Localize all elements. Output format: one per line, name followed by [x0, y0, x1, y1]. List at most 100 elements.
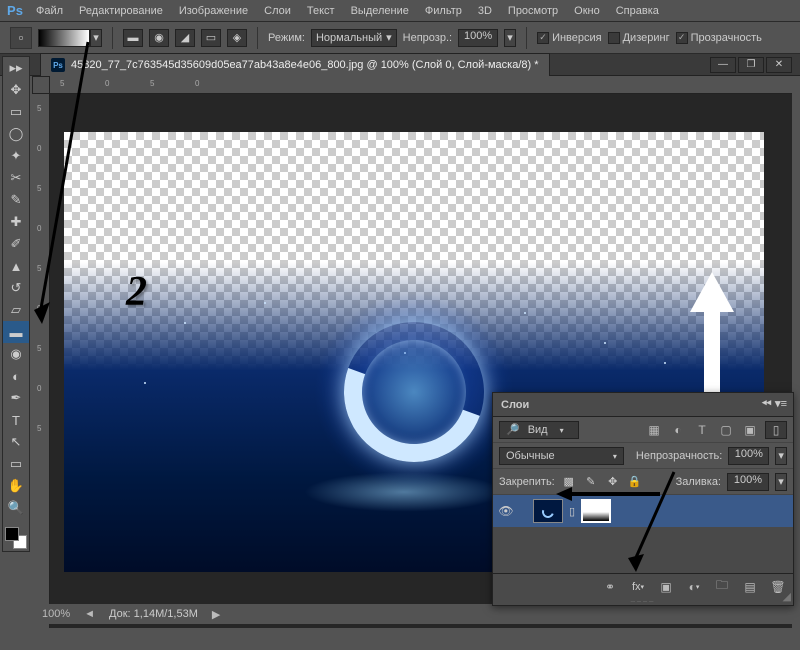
- fill-dropdown[interactable]: ▾: [775, 473, 787, 491]
- hand-tool[interactable]: ✋: [3, 475, 29, 497]
- gradient-preview[interactable]: [38, 29, 90, 47]
- annotation-number-2: 2: [126, 268, 147, 316]
- minimize-button[interactable]: —: [710, 57, 736, 73]
- healing-brush-tool[interactable]: ✚: [3, 211, 29, 233]
- crop-tool[interactable]: ✂: [3, 167, 29, 189]
- ruler-corner: [32, 76, 50, 94]
- filter-toggle-switch[interactable]: ▯: [765, 421, 787, 439]
- layers-panel-title: Слои: [501, 399, 529, 411]
- lock-all-icon[interactable]: 🔒: [627, 474, 643, 490]
- eyedropper-tool[interactable]: ✎: [3, 189, 29, 211]
- fill-input[interactable]: 100%: [727, 473, 769, 491]
- menu-view[interactable]: Просмотр: [500, 2, 566, 20]
- blend-mode-select[interactable]: Нормальный▾: [311, 29, 397, 47]
- shape-tool[interactable]: ▭: [3, 453, 29, 475]
- blur-tool[interactable]: ◉: [3, 343, 29, 365]
- filter-type-icon[interactable]: T: [693, 421, 711, 439]
- filter-pixel-icon[interactable]: ▦: [645, 421, 663, 439]
- marquee-tool[interactable]: ▭: [3, 101, 29, 123]
- type-tool[interactable]: T: [3, 409, 29, 431]
- filter-smart-icon[interactable]: ▣: [741, 421, 759, 439]
- layer-mask-thumbnail[interactable]: [581, 499, 611, 523]
- menu-type[interactable]: Текст: [299, 2, 343, 20]
- layer-opacity-input[interactable]: 100%: [728, 447, 769, 465]
- menu-file[interactable]: Файл: [28, 2, 71, 20]
- layers-panel-header[interactable]: Слои ◂◂ ▾≡: [493, 393, 793, 417]
- maximize-button[interactable]: ❐: [738, 57, 764, 73]
- eraser-tool[interactable]: ▱: [3, 299, 29, 321]
- document-tab[interactable]: Ps 45820_77_7c763545d35609d05ea77ab43a8e…: [40, 53, 550, 76]
- add-mask-icon[interactable]: ▣: [657, 578, 675, 596]
- path-select-tool[interactable]: ↖: [3, 431, 29, 453]
- opacity-input[interactable]: 100%: [458, 29, 498, 47]
- lock-pixels-icon[interactable]: ✎: [583, 474, 599, 490]
- magic-wand-tool[interactable]: ✦: [3, 145, 29, 167]
- gradient-type-angle[interactable]: ◢: [175, 29, 195, 47]
- foreground-color[interactable]: [5, 527, 19, 541]
- vertical-ruler[interactable]: 5 0 5 0 5 0 5 0 5: [32, 94, 50, 628]
- ps-badge-icon: Ps: [51, 58, 65, 72]
- menu-select[interactable]: Выделение: [343, 2, 417, 20]
- menu-help[interactable]: Справка: [608, 2, 667, 20]
- layer-thumbnail[interactable]: [533, 499, 563, 523]
- dither-checkbox[interactable]: Дизеринг: [608, 32, 670, 44]
- layers-panel-footer: ⚭ fx▾ ▣ ◐▾ 🗀 ▤ 🗑 ◢: [493, 573, 793, 599]
- lock-position-icon[interactable]: ✥: [605, 474, 621, 490]
- opacity-dropdown[interactable]: ▾: [504, 29, 516, 47]
- dodge-tool[interactable]: ◐: [3, 365, 29, 387]
- menu-window[interactable]: Окно: [566, 2, 608, 20]
- gradient-type-diamond[interactable]: ◈: [227, 29, 247, 47]
- gradient-type-linear[interactable]: ▬: [123, 29, 143, 47]
- panel-menu-icon[interactable]: ▾≡: [775, 397, 787, 410]
- link-layers-icon[interactable]: ⚭: [601, 578, 619, 596]
- layer-item[interactable]: 👁 ▯: [493, 495, 793, 527]
- horizontal-ruler[interactable]: 5 0 5 0: [50, 76, 792, 94]
- layer-filter-kind[interactable]: 🔎Вид: [499, 421, 579, 439]
- document-tab-bar: Ps 45820_77_7c763545d35609d05ea77ab43a8e…: [0, 54, 800, 76]
- lock-transparency-icon[interactable]: ▩: [561, 474, 577, 490]
- menu-edit[interactable]: Редактирование: [71, 2, 171, 20]
- brush-tool[interactable]: ✐: [3, 233, 29, 255]
- move-tool[interactable]: ✥: [3, 79, 29, 101]
- zoom-tool[interactable]: 🔍: [3, 497, 29, 519]
- reverse-checkbox[interactable]: ✓Инверсия: [537, 32, 602, 44]
- zoom-value[interactable]: 100%: [42, 608, 70, 620]
- visibility-toggle-icon[interactable]: 👁: [497, 504, 515, 518]
- menu-filter[interactable]: Фильтр: [417, 2, 470, 20]
- panel-drag-grip[interactable]: ┈┈┈┈: [493, 599, 793, 605]
- adjustment-layer-icon[interactable]: ◐▾: [685, 578, 703, 596]
- tool-preset-picker[interactable]: ▫: [10, 27, 32, 49]
- fill-label: Заливка:: [676, 476, 721, 488]
- gradient-type-reflected[interactable]: ▭: [201, 29, 221, 47]
- new-layer-icon[interactable]: ▤: [741, 578, 759, 596]
- filter-shape-icon[interactable]: ▢: [717, 421, 735, 439]
- layer-style-icon[interactable]: fx▾: [629, 578, 647, 596]
- close-button[interactable]: ✕: [766, 57, 792, 73]
- gradient-type-radial[interactable]: ◉: [149, 29, 169, 47]
- color-swatches[interactable]: [5, 527, 27, 549]
- gradient-dropdown[interactable]: ▾: [90, 29, 102, 47]
- gradient-tool[interactable]: ▬: [3, 321, 29, 343]
- lock-label: Закрепить:: [499, 476, 555, 488]
- filter-adjust-icon[interactable]: ◐: [669, 421, 687, 439]
- panel-collapse-icon[interactable]: ◂◂: [762, 397, 771, 408]
- pen-tool[interactable]: ✒: [3, 387, 29, 409]
- stamp-tool[interactable]: ▲: [3, 255, 29, 277]
- doc-size-value: 1,14M/1,53M: [134, 608, 198, 620]
- menu-layer[interactable]: Слои: [256, 2, 299, 20]
- menu-bar: Ps Файл Редактирование Изображение Слои …: [0, 0, 800, 22]
- status-arrow-icon[interactable]: ◄: [84, 608, 95, 620]
- grip-handle[interactable]: ▸▸: [3, 57, 29, 79]
- history-brush-tool[interactable]: ↺: [3, 277, 29, 299]
- mask-link-icon[interactable]: ▯: [569, 505, 575, 518]
- blend-mode-select[interactable]: Обычные: [499, 447, 624, 465]
- lasso-tool[interactable]: ◯: [3, 123, 29, 145]
- menu-3d[interactable]: 3D: [470, 2, 500, 20]
- resize-grip-icon[interactable]: ◢: [783, 590, 791, 603]
- transparency-checkbox[interactable]: ✓Прозрачность: [676, 32, 762, 44]
- menu-image[interactable]: Изображение: [171, 2, 256, 20]
- status-next-icon[interactable]: ▶: [212, 608, 220, 621]
- new-group-icon[interactable]: 🗀: [713, 578, 731, 596]
- layer-opacity-dropdown[interactable]: ▾: [775, 447, 787, 465]
- water-reflection: [304, 472, 504, 512]
